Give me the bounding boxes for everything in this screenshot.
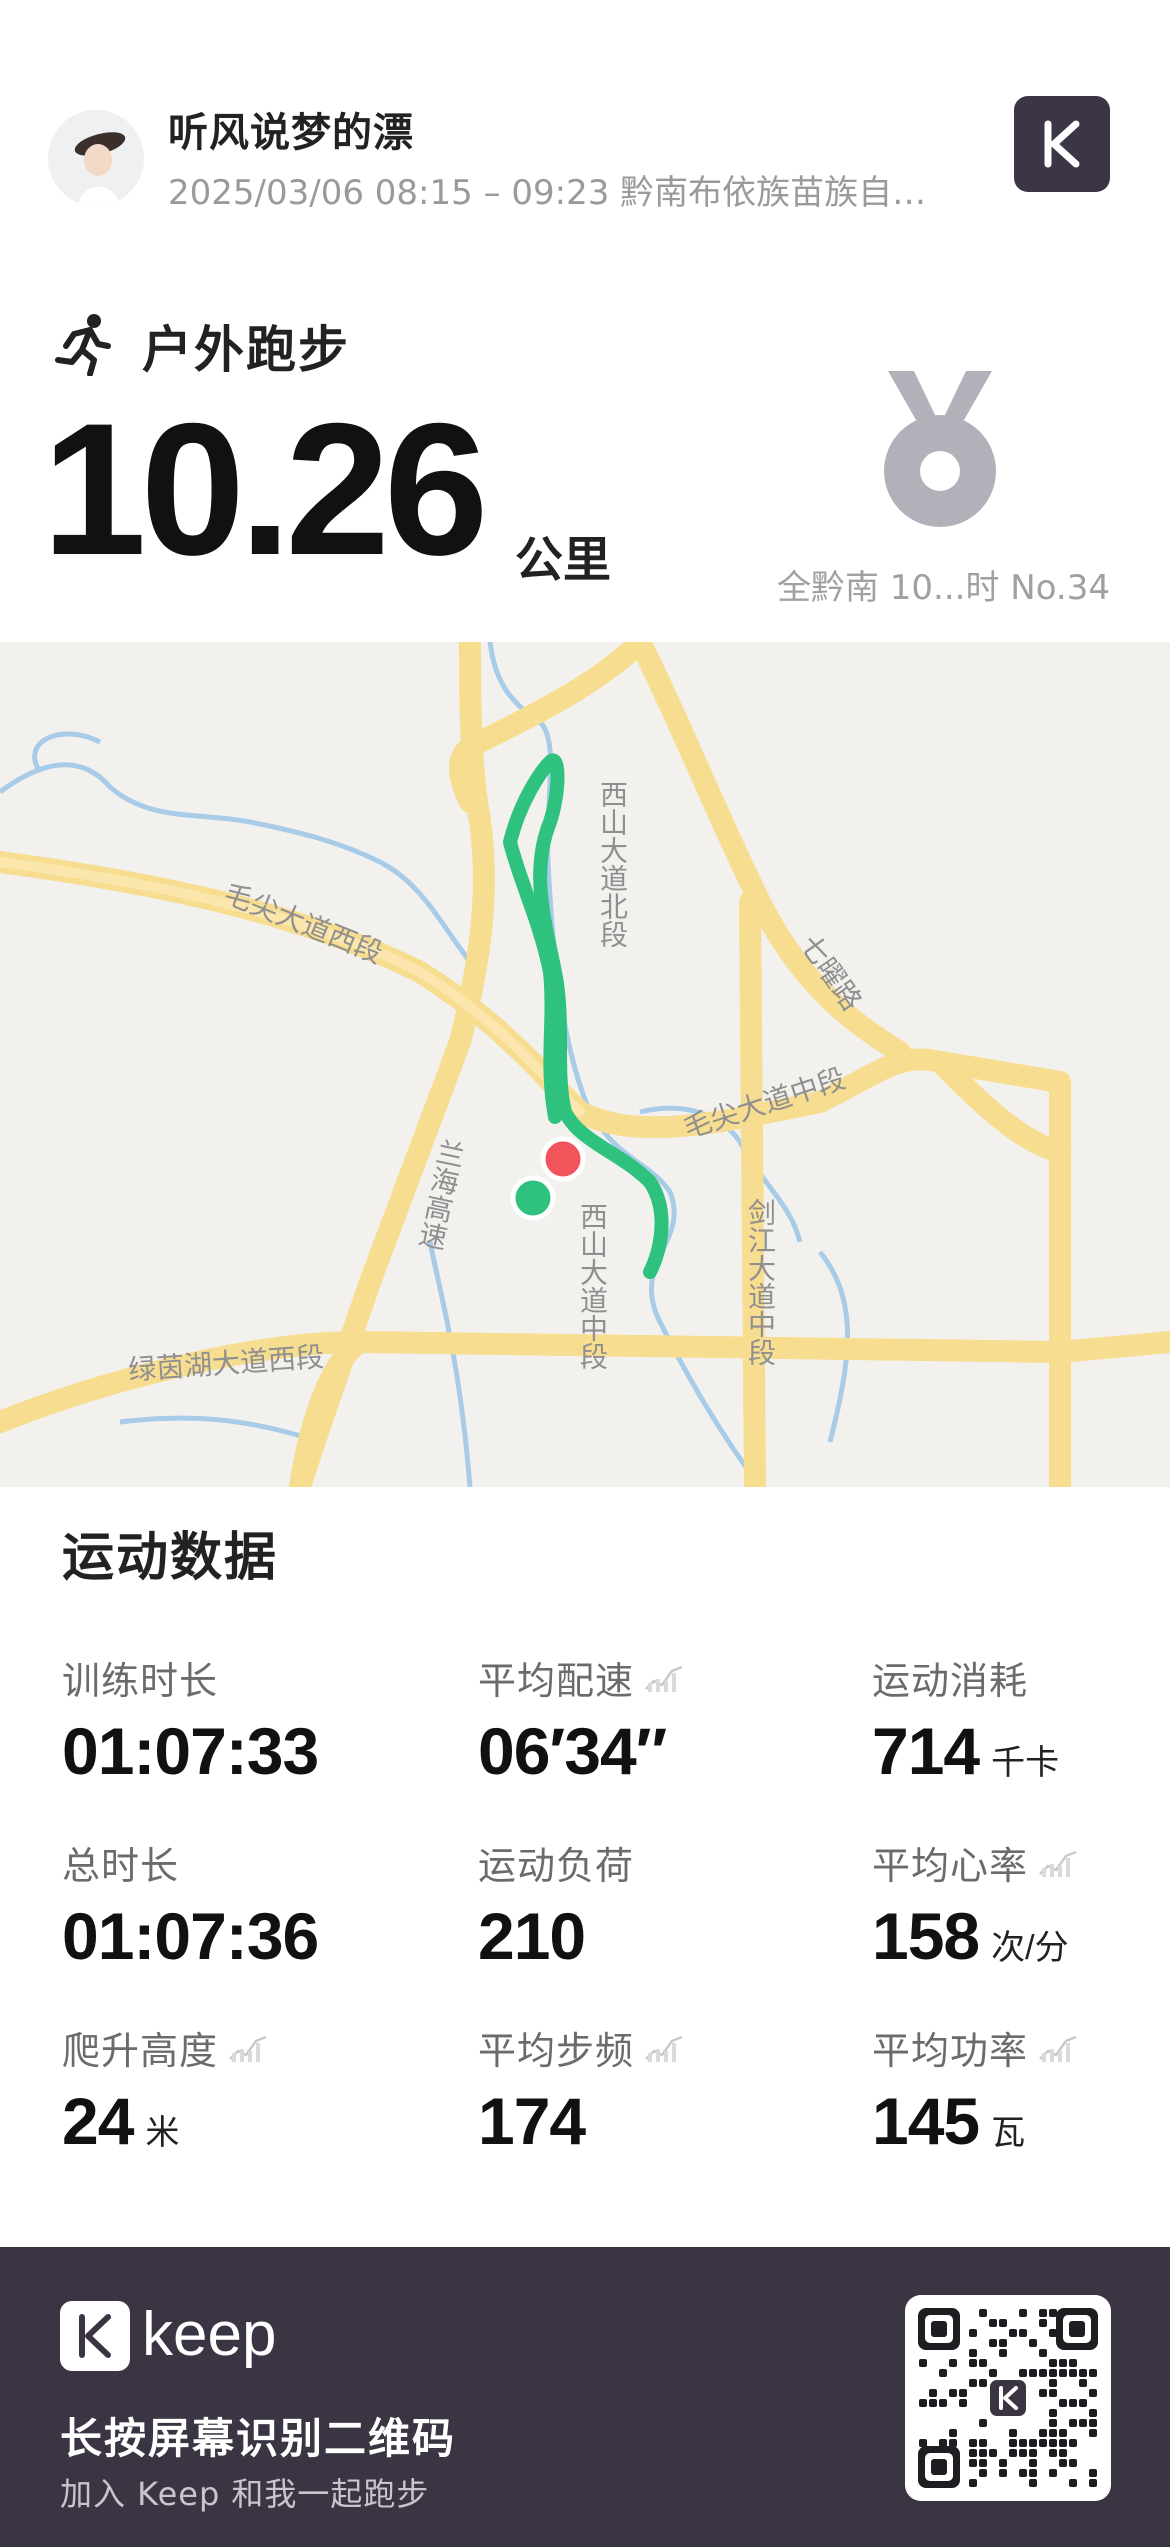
stat-value: 06′34″: [478, 1714, 667, 1788]
stat-value: 158 次/分: [872, 1899, 1069, 1973]
trend-chart-icon[interactable]: [228, 2033, 268, 2063]
footer-banner: keep 长按屏幕识别二维码 加入 Keep 和我一起跑步: [0, 2247, 1170, 2547]
route-end-marker: [540, 1136, 586, 1182]
activity-type-title: 户外跑步: [142, 321, 350, 379]
keep-logo-icon: keep: [60, 2300, 276, 2371]
stat-item: 运动消耗 714 千卡: [872, 1650, 1170, 1789]
stat-unit: 千卡: [991, 1744, 1060, 1782]
stat-value: 24 米: [62, 2084, 180, 2158]
stat-label: 爬升高度: [62, 2020, 422, 2075]
keep-k-icon[interactable]: [1014, 96, 1110, 192]
avatar[interactable]: [48, 110, 144, 206]
stat-item[interactable]: 爬升高度 24 米: [62, 2020, 422, 2159]
stat-value: 174: [478, 2084, 586, 2158]
username: 听风说梦的漂: [168, 110, 414, 156]
stat-item: 总时长 01:07:36: [62, 1835, 422, 1974]
stat-unit: 次/分: [991, 1929, 1069, 1967]
header: 听风说梦的漂 2025/03/06 08:15 – 09:23 黔南布依族苗族自…: [0, 0, 1170, 290]
stat-item[interactable]: 平均心率 158 次/分: [872, 1835, 1170, 1974]
running-person-icon: [55, 314, 111, 376]
stat-unit: 米: [145, 2114, 180, 2152]
stat-label: 运动负荷: [478, 1844, 635, 1888]
stat-item[interactable]: 平均功率 145 瓦: [872, 2020, 1170, 2159]
stat-label: 运动消耗: [872, 1659, 1029, 1703]
activity-time-location: 2025/03/06 08:15 – 09:23 黔南布依族苗族自…: [168, 173, 927, 213]
distance-unit: 公里: [515, 532, 612, 588]
stat-label: 平均心率: [872, 1835, 1170, 1890]
stat-item: 训练时长 01:07:33: [62, 1650, 422, 1789]
trend-chart-icon[interactable]: [1038, 1848, 1078, 1878]
keep-logo-text: keep: [142, 2300, 276, 2369]
trend-chart-icon[interactable]: [644, 1663, 684, 1693]
medal-icon[interactable]: [880, 365, 1000, 535]
map-label-xishan-mid: 西山大道中段: [576, 1202, 609, 1370]
qr-code-icon[interactable]: [905, 2295, 1111, 2501]
footer-scan-hint: 长按屏幕识别二维码: [60, 2414, 457, 2463]
map-label-xishan-north: 西山大道北段: [596, 780, 629, 948]
stat-item[interactable]: 平均配速 06′34″: [478, 1650, 838, 1789]
stat-value: 210: [478, 1899, 586, 1973]
stat-item: 运动负荷 210: [478, 1835, 838, 1974]
stat-value: 01:07:36: [62, 1899, 319, 1973]
rank-label[interactable]: 全黔南 10...时 No.34: [777, 560, 1110, 609]
stat-label: 平均功率: [872, 2020, 1170, 2075]
stat-value: 714 千卡: [872, 1714, 1060, 1788]
map-label-jianjiang: 剑江大道中段: [744, 1198, 777, 1366]
footer-join-hint: 加入 Keep 和我一起跑步: [60, 2475, 430, 2513]
stats-section-title: 运动数据: [62, 1528, 279, 1588]
stat-item[interactable]: 平均步频 174: [478, 2020, 838, 2159]
stat-label: 训练时长: [62, 1659, 219, 1703]
stat-label: 平均步频: [478, 2020, 838, 2075]
trend-chart-icon[interactable]: [1038, 2033, 1078, 2063]
stat-unit: 瓦: [991, 2114, 1026, 2152]
route-map[interactable]: 西山大道北段 毛尖大道西段 七曜路 毛尖大道中段 兰海高速 西山大道中段 剑江大…: [0, 642, 1170, 1487]
distance-value: 10.26: [42, 384, 488, 594]
stat-label: 平均配速: [478, 1650, 838, 1705]
stat-value: 01:07:33: [62, 1714, 319, 1788]
trend-chart-icon[interactable]: [644, 2033, 684, 2063]
route-start-marker: [510, 1175, 556, 1221]
stat-label: 总时长: [62, 1844, 180, 1888]
stat-value: 145 瓦: [872, 2084, 1026, 2158]
user-avatar-icon: [48, 110, 144, 206]
